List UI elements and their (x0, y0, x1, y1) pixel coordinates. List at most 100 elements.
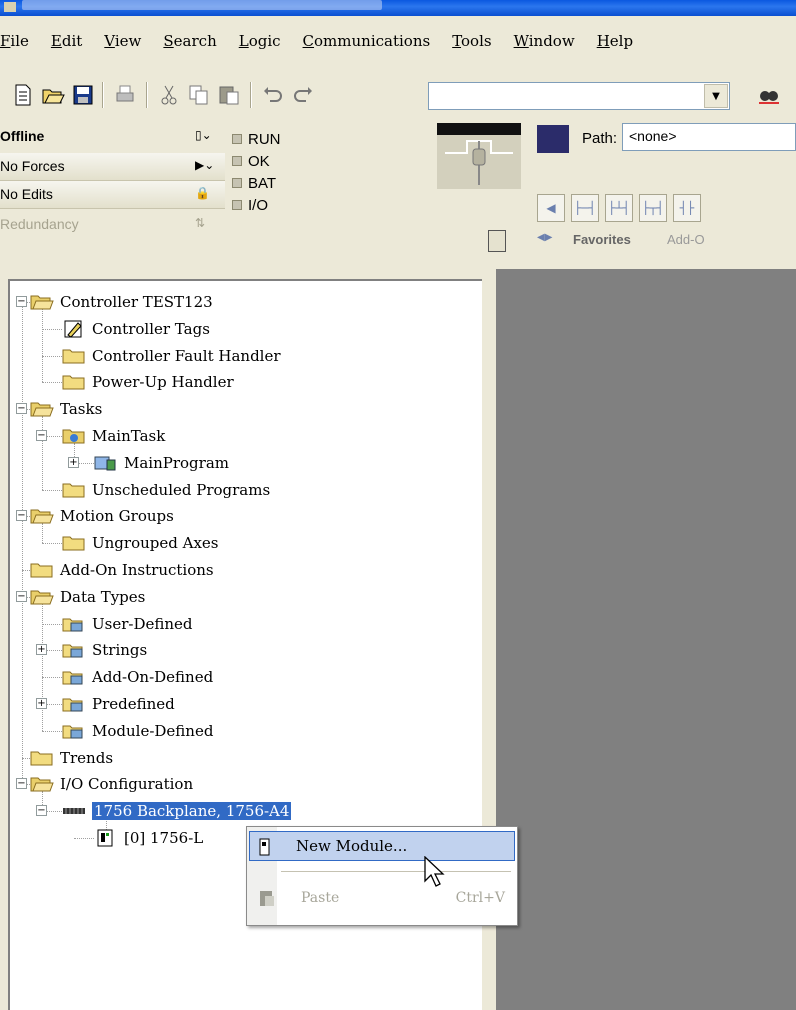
paste-icon[interactable] (216, 82, 242, 108)
folder-icon (62, 480, 86, 500)
folder-icon (62, 346, 86, 366)
tree-item[interactable]: Add-On Instructions (30, 557, 214, 583)
expand-icon[interactable]: + (36, 698, 47, 709)
tree-item-label: Data Types (60, 587, 146, 606)
search-combo[interactable]: ▼ (428, 82, 730, 110)
menu-item-new-module[interactable]: New Module... (249, 831, 515, 861)
collapse-icon[interactable]: − (36, 805, 47, 817)
menu-logic[interactable]: Logic (239, 32, 281, 50)
find-icon[interactable] (756, 82, 782, 108)
tree-item[interactable]: Tasks (30, 396, 102, 422)
menu-search[interactable]: Search (163, 32, 216, 50)
expand-icon[interactable]: + (68, 456, 79, 468)
collapse-icon[interactable]: − (16, 296, 27, 307)
chevron-down-icon[interactable]: ▼ (704, 84, 728, 108)
branch-level-icon[interactable]: ├┬┤ (639, 194, 667, 222)
tree-connector (42, 543, 62, 545)
xic-icon[interactable]: ┤├ (673, 194, 701, 222)
offline-status[interactable]: Offline ▯⌄ (0, 123, 225, 151)
tree-item[interactable]: [0] 1756-L (94, 825, 203, 851)
mouse-cursor-icon (424, 855, 446, 892)
folder-open-icon (30, 506, 54, 526)
cut-icon[interactable] (156, 82, 182, 108)
datatype-icon (62, 694, 86, 714)
edits-status[interactable]: No Edits 🔒 (0, 181, 225, 209)
tree-connector (42, 355, 62, 357)
led-bat-label: BAT (248, 174, 277, 192)
tree-item[interactable]: Trends (30, 745, 113, 771)
network-path-icon[interactable] (537, 125, 569, 153)
tab-scroll-icon[interactable]: ◀▶ (537, 232, 552, 243)
workspace-pane (496, 269, 796, 1010)
menu-edit[interactable]: Edit (51, 32, 82, 50)
redundancy-label: Redundancy (0, 216, 79, 232)
tree-item-label: Strings (92, 641, 148, 660)
redo-icon[interactable] (290, 82, 316, 108)
tree-item[interactable]: Strings (62, 637, 147, 663)
menu-file[interactable]: File (0, 32, 29, 50)
print-icon[interactable] (112, 82, 138, 108)
tree-item[interactable]: Module-Defined (62, 718, 213, 744)
tree-item[interactable]: Predefined (62, 691, 175, 717)
path-field[interactable]: <none> (622, 123, 796, 151)
tree-connector (42, 677, 62, 679)
tree-item[interactable]: Controller TEST123 (30, 289, 213, 315)
collapse-icon[interactable]: − (36, 430, 47, 441)
menu-item-paste[interactable]: Paste Ctrl+V (249, 883, 515, 913)
tree-item[interactable]: 1756 Backplane, 1756-A4 (62, 798, 292, 824)
copy-icon[interactable] (186, 82, 212, 108)
collapse-icon[interactable]: − (16, 778, 27, 790)
tree-item[interactable]: Unscheduled Programs (62, 477, 270, 503)
menu-bar: File Edit View Search Logic Communications Too… (0, 26, 796, 56)
tree-item[interactable]: Controller Tags (62, 316, 210, 342)
open-folder-icon[interactable] (40, 82, 66, 108)
backplane-icon (62, 801, 86, 821)
tree-item[interactable]: Data Types (30, 584, 145, 610)
tree-item-label: Motion Groups (60, 507, 174, 526)
scroll-left-icon[interactable]: ◀ (537, 194, 565, 222)
menu-help[interactable]: Help (597, 32, 633, 50)
tree-item[interactable]: Ungrouped Axes (62, 530, 218, 556)
rung-icon[interactable]: ├─┤ (571, 194, 599, 222)
save-icon[interactable] (70, 82, 96, 108)
tab-add-on[interactable]: Add-O (667, 232, 705, 247)
expand-icon[interactable]: + (36, 644, 47, 656)
tree-item[interactable]: User-Defined (62, 611, 193, 637)
tree-item-label: Module-Defined (92, 721, 214, 740)
led-indicators: RUN OK BAT I/O (232, 128, 322, 216)
tree-item[interactable]: Controller Fault Handler (62, 343, 281, 369)
menu-tools[interactable]: Tools (452, 32, 491, 50)
mode-dropdown-icon[interactable]: ▯⌄ (195, 128, 212, 142)
led-io: I/O (232, 194, 322, 216)
forces-label: No Forces (0, 158, 65, 174)
redundancy-dropdown-icon[interactable]: ⇅ (195, 216, 205, 230)
menu-item-paste-shortcut: Ctrl+V (455, 890, 505, 906)
tree-item[interactable]: Add-On-Defined (62, 664, 213, 690)
undo-icon[interactable] (260, 82, 286, 108)
new-file-icon[interactable] (10, 82, 36, 108)
tree-item[interactable]: I/O Configuration (30, 771, 193, 797)
key-switch-icon (437, 123, 521, 189)
collapse-icon[interactable]: − (16, 403, 27, 415)
window-title (22, 0, 382, 10)
program-icon (94, 453, 118, 473)
menu-communications[interactable]: Communications (303, 32, 431, 50)
tab-favorites[interactable]: Favorites (573, 232, 631, 247)
tree-connector (42, 730, 62, 732)
tree-item[interactable]: MainProgram (94, 450, 229, 476)
toolbar-separator (146, 82, 148, 108)
tree-item-label: Power-Up Handler (92, 373, 234, 392)
collapse-icon[interactable]: − (16, 510, 27, 522)
module-icon (258, 838, 272, 860)
forces-dropdown-icon[interactable]: ▶⌄ (195, 158, 214, 172)
forces-status[interactable]: No Forces ▶⌄ (0, 153, 225, 181)
tree-item[interactable]: Power-Up Handler (62, 369, 234, 395)
tree-item[interactable]: Motion Groups (30, 503, 174, 529)
collapse-icon[interactable]: − (16, 590, 27, 602)
branch-icon[interactable]: ├┴┤ (605, 194, 633, 222)
menu-view[interactable]: View (104, 32, 141, 50)
redundancy-status[interactable]: Redundancy ⇅ (0, 211, 225, 239)
menu-window[interactable]: Window (514, 32, 575, 50)
tree-item[interactable]: MainTask (62, 423, 165, 449)
menu-item-paste-label: Paste (301, 890, 340, 906)
